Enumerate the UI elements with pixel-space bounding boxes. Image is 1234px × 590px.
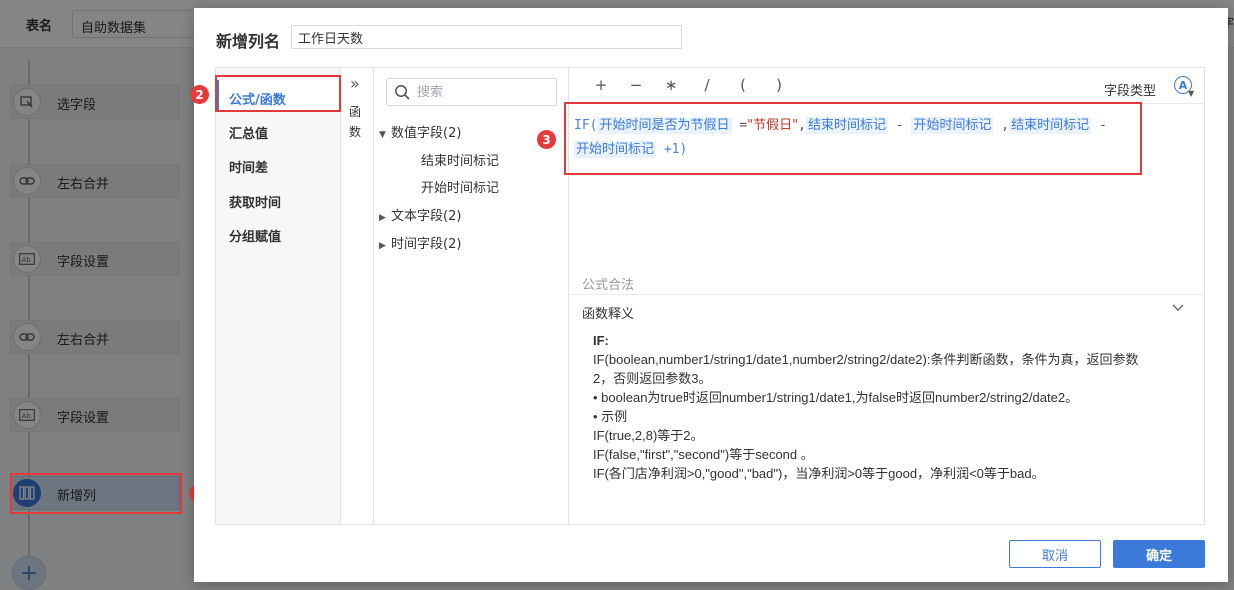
search-icon <box>395 85 410 100</box>
field-search[interactable] <box>386 78 557 106</box>
double-chevron-right-icon[interactable]: » <box>350 74 360 93</box>
cancel-button[interactable]: 取消 <box>1009 540 1101 568</box>
category-group-assign[interactable]: 分组赋值 <box>216 217 340 249</box>
formula-valid-status: 公式合法 <box>582 278 635 293</box>
minus-button[interactable]: − <box>626 76 646 94</box>
caret-down-icon[interactable]: ▼ <box>1188 89 1194 98</box>
function-panel-toggle[interactable]: » 函数 <box>340 68 374 524</box>
tree-field-start-mark[interactable]: 开始时间标记 <box>421 177 499 196</box>
plus-button[interactable]: + <box>591 76 611 94</box>
tree-group-label: 文本字段(2) <box>391 209 462 224</box>
function-strip-label: 函数 <box>349 105 362 139</box>
explanation-line: IF: <box>593 333 609 348</box>
category-summary[interactable]: 汇总值 <box>216 114 340 146</box>
annotation-box-1 <box>10 473 182 514</box>
open-paren-button[interactable]: ( <box>733 76 753 94</box>
caret-right-icon[interactable]: ▶ <box>379 213 391 223</box>
explanation-line: • boolean为true时返回number1/string1/date1,为… <box>593 390 1079 405</box>
field-type-label: 字段类型 <box>1104 84 1157 99</box>
explanation-line: IF(true,2,8)等于2。 <box>593 428 704 443</box>
add-column-dialog: 新增列名 公式/函数 汇总值 时间差 获取时间 分组赋值 » 函数 ▼数值字段(… <box>194 8 1228 582</box>
confirm-button[interactable]: 确定 <box>1113 540 1205 568</box>
explanation-line: 2，否则返回参数3。 <box>593 371 712 386</box>
function-explanation: 函数释义 IF: IF(boolean,number1/string1/date… <box>569 294 1204 524</box>
column-name-input[interactable] <box>291 25 682 49</box>
category-list: 公式/函数 汇总值 时间差 获取时间 分组赋值 <box>216 68 340 524</box>
explanation-title: 函数释义 <box>582 307 635 322</box>
explanation-line: • 示例 <box>593 409 628 424</box>
tree-group-label: 时间字段(2) <box>391 237 462 252</box>
tree-group-numeric[interactable]: ▼ 数值字段(2) <box>379 122 461 141</box>
explanation-line: IF(boolean,number1/string1/date1,number2… <box>593 352 1139 367</box>
chevron-down-icon[interactable] <box>1171 301 1185 315</box>
category-get-time[interactable]: 获取时间 <box>216 183 340 215</box>
tree-group-label: 数值字段(2) <box>391 126 462 141</box>
tree-group-time[interactable]: ▶ 时间字段(2) <box>379 233 461 252</box>
annotation-badge-2: 2 <box>190 85 209 104</box>
multiply-button[interactable]: ∗ <box>661 76 681 94</box>
search-input[interactable] <box>417 82 551 102</box>
category-time-diff[interactable]: 时间差 <box>216 148 340 180</box>
annotation-badge-3: 3 <box>537 130 556 149</box>
explanation-line: IF(false,"first","second")等于second 。 <box>593 447 814 462</box>
tree-field-end-mark[interactable]: 结束时间标记 <box>421 150 499 169</box>
caret-right-icon[interactable]: ▶ <box>379 241 391 251</box>
operator-toolbar: + − ∗ / ( ) 字段类型 A ▼ <box>569 68 1204 104</box>
caret-down-icon[interactable]: ▼ <box>379 130 391 140</box>
dialog-title: 新增列名 <box>216 32 281 51</box>
annotation-box-2 <box>215 75 341 112</box>
tree-group-text[interactable]: ▶ 文本字段(2) <box>379 205 461 224</box>
annotation-box-3 <box>564 102 1142 175</box>
explanation-line: IF(各门店净利润>0,"good","bad")，当净利润>0等于good，净… <box>593 466 1045 481</box>
divide-button[interactable]: / <box>697 76 717 94</box>
close-paren-button[interactable]: ) <box>769 76 789 94</box>
explanation-body: IF: IF(boolean,number1/string1/date1,num… <box>593 331 1183 483</box>
